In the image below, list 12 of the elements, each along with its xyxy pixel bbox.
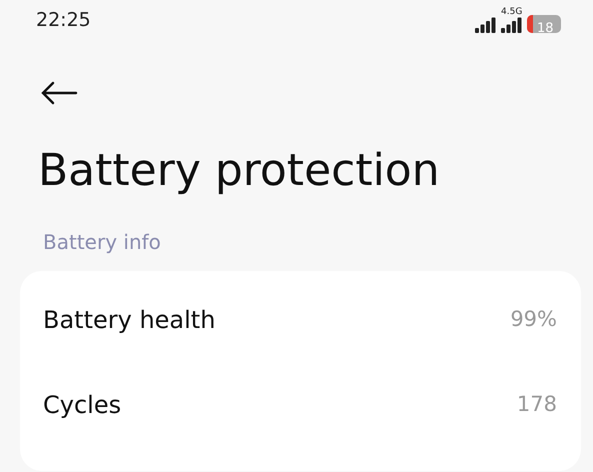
page-title: Battery protection	[38, 144, 441, 198]
back-button[interactable]	[40, 80, 78, 105]
section-header: Battery info	[43, 229, 162, 256]
row-label: Battery health	[43, 304, 216, 336]
signal-icon	[501, 16, 523, 32]
battery-icon: 18	[527, 14, 561, 32]
status-time: 22:25	[36, 8, 91, 33]
network-type: 4.5G	[501, 8, 522, 16]
signal-icon	[475, 16, 497, 32]
row-value: 178	[516, 391, 557, 418]
row-value: 99%	[510, 306, 557, 334]
row-label: Cycles	[43, 390, 122, 421]
